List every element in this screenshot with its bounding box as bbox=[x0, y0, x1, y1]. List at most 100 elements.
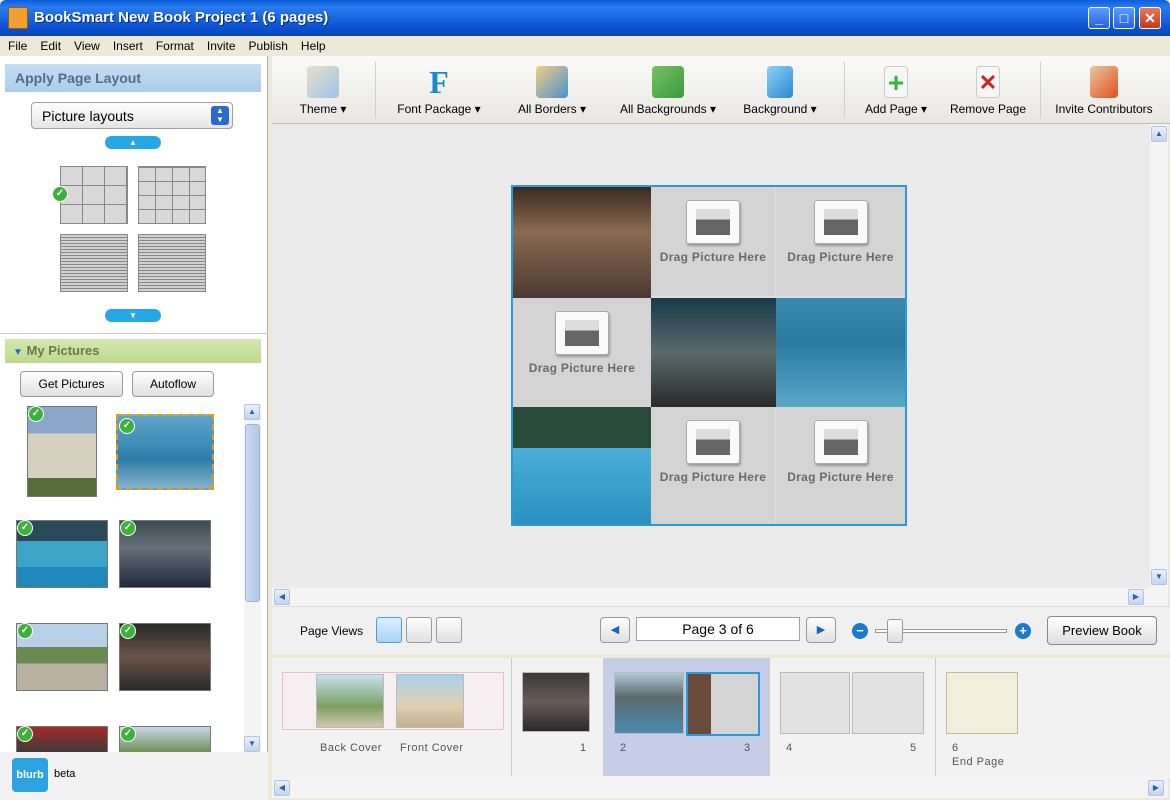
font-package-button[interactable]: F Font Package ▾ bbox=[390, 56, 488, 124]
background-page-icon bbox=[767, 66, 793, 98]
scroll-up-arrow-icon[interactable]: ▲ bbox=[244, 404, 260, 420]
scroll-down-arrow-icon[interactable]: ▼ bbox=[244, 736, 260, 752]
menu-invite[interactable]: Invite bbox=[199, 36, 241, 53]
add-page-button[interactable]: + Add Page ▾ bbox=[860, 56, 932, 124]
page-1-number: 1 bbox=[580, 742, 587, 754]
background-button[interactable]: Background ▾ bbox=[736, 56, 824, 124]
pictures-scrollbar[interactable]: ▲ ▼ bbox=[244, 404, 261, 754]
page-2-3-spread-selected[interactable]: 2 3 bbox=[604, 658, 770, 776]
scroll-thumb[interactable] bbox=[245, 424, 260, 602]
layout-text-thumbnail-2[interactable] bbox=[138, 234, 206, 292]
filmstrip-scrollbar[interactable]: ◀ ▶ bbox=[272, 778, 1168, 798]
placeholder-text: Drag Picture Here bbox=[528, 361, 636, 375]
remove-page-button[interactable]: ✕ Remove Page bbox=[944, 56, 1032, 124]
menu-format[interactable]: Format bbox=[148, 36, 199, 53]
photo-placeholder[interactable]: Drag Picture Here bbox=[776, 187, 905, 296]
all-backgrounds-button[interactable]: All Backgrounds ▾ bbox=[612, 56, 724, 124]
scroll-right-arrow-icon[interactable]: ▶ bbox=[1128, 589, 1144, 605]
photo-placeholder[interactable]: Drag Picture Here bbox=[776, 407, 905, 524]
menu-edit[interactable]: Edit bbox=[32, 36, 66, 53]
scroll-up-arrow-icon[interactable]: ▲ bbox=[1151, 126, 1167, 142]
selected-check-icon: ✓ bbox=[52, 186, 68, 202]
zoom-slider-thumb[interactable] bbox=[887, 619, 903, 643]
image-placeholder-icon bbox=[555, 311, 609, 355]
panel-divider[interactable] bbox=[0, 328, 268, 334]
photo-frame-3[interactable] bbox=[776, 298, 905, 407]
page-6-number: 6 bbox=[952, 742, 959, 754]
minimize-button[interactable]: _ bbox=[1088, 7, 1110, 29]
scroll-left-arrow-icon[interactable]: ◀ bbox=[274, 589, 290, 605]
used-check-icon: ✓ bbox=[120, 520, 136, 536]
my-pictures-header[interactable]: ▼ My Pictures bbox=[5, 339, 261, 363]
add-page-label: Add Page ▾ bbox=[864, 102, 928, 116]
menu-insert[interactable]: Insert bbox=[105, 36, 148, 53]
end-page-thumb[interactable]: 6 End Page bbox=[936, 658, 1046, 776]
title-bar: BookSmart New Book Project 1 (6 pages) _… bbox=[0, 0, 1170, 36]
apply-page-layout-header[interactable]: Apply Page Layout bbox=[5, 64, 261, 92]
autoflow-button[interactable]: Autoflow bbox=[132, 371, 214, 397]
blurb-logo: blurb bbox=[12, 758, 48, 792]
zoom-out-icon[interactable]: − bbox=[852, 623, 868, 639]
used-check-icon: ✓ bbox=[17, 726, 33, 742]
zoom-in-icon[interactable]: + bbox=[1015, 623, 1031, 639]
menu-publish[interactable]: Publish bbox=[241, 36, 293, 53]
layout-3x4-thumbnail[interactable] bbox=[138, 166, 206, 224]
background-label: Background ▾ bbox=[743, 102, 817, 116]
cover-spread[interactable]: Back Cover Front Cover bbox=[272, 658, 512, 776]
layout-select-value: Picture layouts bbox=[42, 108, 134, 124]
theme-button[interactable]: Theme ▾ bbox=[290, 56, 356, 124]
get-pictures-button[interactable]: Get Pictures bbox=[20, 371, 123, 397]
menu-file[interactable]: File bbox=[0, 36, 32, 53]
next-page-button[interactable]: ▶ bbox=[806, 617, 836, 643]
invite-contributors-label: Invite Contributors bbox=[1055, 102, 1153, 116]
all-borders-button[interactable]: All Borders ▾ bbox=[508, 56, 596, 124]
previous-page-button[interactable]: ◀ bbox=[600, 617, 630, 643]
page-1-thumb[interactable]: 1 bbox=[512, 658, 604, 776]
invite-contributors-button[interactable]: Invite Contributors bbox=[1048, 56, 1160, 124]
preview-book-button[interactable]: Preview Book bbox=[1047, 616, 1157, 645]
scroll-down-arrow-icon[interactable]: ▼ bbox=[1151, 569, 1167, 585]
layout-text-thumbnail[interactable] bbox=[60, 234, 128, 292]
scroll-left-arrow-icon[interactable]: ◀ bbox=[274, 780, 290, 796]
photo-frame-4[interactable] bbox=[513, 407, 651, 524]
canvas-horizontal-scrollbar[interactable]: ◀ ▶ bbox=[272, 588, 1168, 606]
book-icon bbox=[307, 66, 339, 98]
menu-help[interactable]: Help bbox=[293, 36, 331, 53]
collapse-arrow-icon: ▼ bbox=[13, 347, 23, 358]
page-2-number: 2 bbox=[620, 742, 627, 754]
spread-view-button[interactable] bbox=[406, 617, 432, 643]
page-views-bar: Page Views ◀ Page 3 of 6 ▶ − + Preview B… bbox=[272, 606, 1170, 654]
layout-3x3-thumbnail[interactable] bbox=[60, 166, 128, 224]
maximize-button[interactable]: □ bbox=[1113, 7, 1135, 29]
invite-contributors-icon bbox=[1090, 66, 1118, 98]
layout-type-select[interactable]: Picture layouts ▲ ▼ bbox=[31, 102, 233, 129]
grid-view-button[interactable] bbox=[436, 617, 462, 643]
add-page-icon: + bbox=[884, 66, 908, 98]
end-page-paper bbox=[946, 672, 1018, 734]
placeholder-text: Drag Picture Here bbox=[659, 470, 767, 484]
menu-view[interactable]: View bbox=[66, 36, 105, 53]
photo-placeholder[interactable]: Drag Picture Here bbox=[651, 407, 775, 524]
placeholder-text: Drag Picture Here bbox=[659, 250, 767, 264]
left-panel: Apply Page Layout Picture layouts ▲ ▼ ▲ ✓… bbox=[0, 56, 268, 800]
page-4-blank bbox=[780, 672, 850, 734]
single-page-view-button[interactable] bbox=[376, 617, 402, 643]
layouts-scroll-up-button[interactable]: ▲ bbox=[105, 136, 161, 149]
photo-frame-2[interactable] bbox=[651, 298, 776, 407]
page-4-5-spread[interactable]: 4 5 bbox=[770, 658, 936, 776]
placeholder-text: Drag Picture Here bbox=[787, 470, 894, 484]
photo-placeholder[interactable]: Drag Picture Here bbox=[651, 187, 775, 296]
image-placeholder-icon bbox=[813, 200, 868, 244]
my-pictures-title: My Pictures bbox=[26, 343, 100, 358]
front-cover-photo bbox=[396, 674, 464, 728]
scroll-right-arrow-icon[interactable]: ▶ bbox=[1148, 780, 1164, 796]
layouts-scroll-down-button[interactable]: ▼ bbox=[105, 309, 161, 322]
photo-placeholder[interactable]: Drag Picture Here bbox=[513, 298, 651, 407]
book-page-3[interactable]: Drag Picture Here Drag Picture Here Drag… bbox=[511, 185, 907, 526]
close-button[interactable]: ✕ bbox=[1139, 7, 1161, 29]
image-placeholder-icon bbox=[686, 200, 740, 244]
main-toolbar: Theme ▾ F Font Package ▾ All Borders ▾ A… bbox=[272, 56, 1170, 124]
photo-frame-1[interactable] bbox=[513, 187, 651, 298]
canvas-vertical-scrollbar[interactable]: ▲ ▼ bbox=[1150, 124, 1168, 588]
page-3-number: 3 bbox=[744, 742, 751, 754]
